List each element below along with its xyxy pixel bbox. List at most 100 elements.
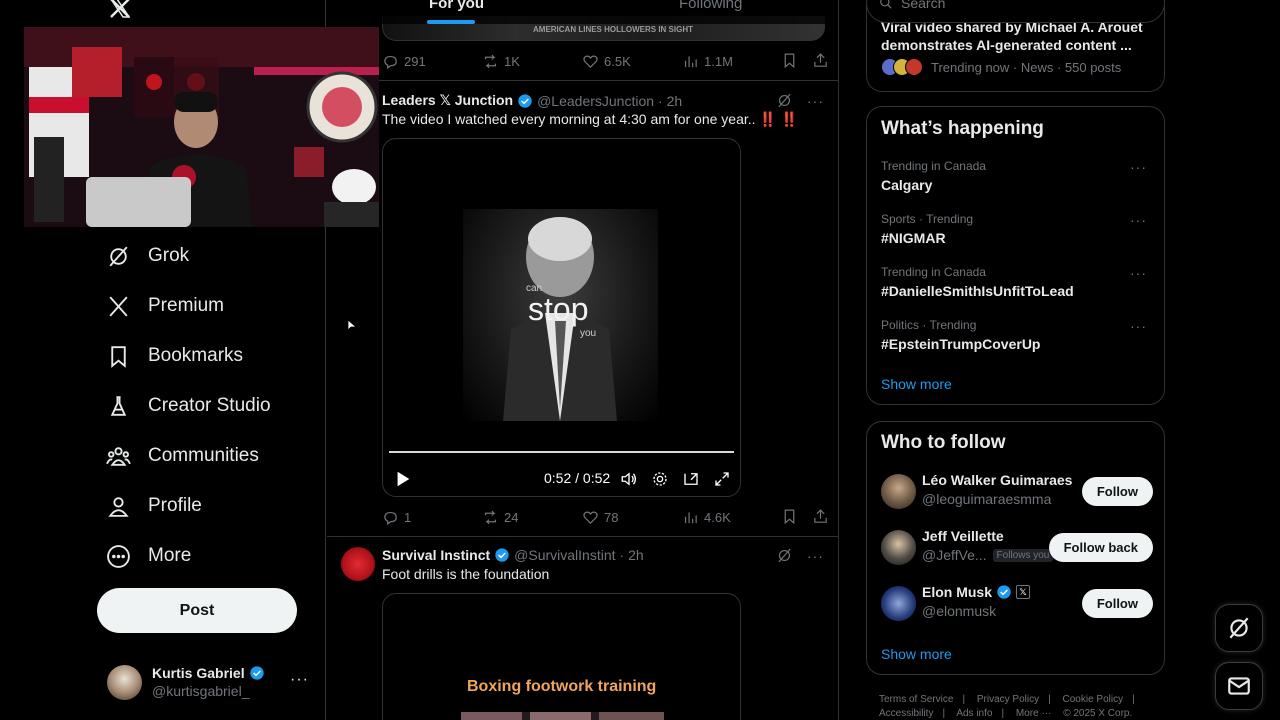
nav-item-more[interactable]: More [106,536,191,576]
footer-links: Terms of Service | Privacy Policy | Cookie… [879,694,1135,719]
tweet-time[interactable]: · 2h [620,547,644,563]
footer-link[interactable]: More ··· [1016,708,1052,719]
copyright: © 2025 X Corp. [1063,708,1133,719]
trending-news-title[interactable]: Viral video shared by Michael A. Arouet … [881,18,1156,54]
trend-item[interactable]: Trending in Canada #DanielleSmithIsUnfit… [881,265,1153,305]
main-feed: For you Following AMERICAN LINES HOLLOWE… [327,0,839,720]
nav-item-profile[interactable]: Profile [106,486,202,526]
tweet-author-name[interactable]: Leaders 𝕏 Junction [382,92,513,109]
whats-happening-card: What’s happening Trending in Canada Calg… [866,106,1165,405]
picture-in-picture-icon [684,473,698,485]
play-button[interactable] [393,470,411,488]
follow-suggestion[interactable]: Léo Walker Guimaraes @leoguimaraesmma Fo… [881,472,1153,514]
video-progress-bar[interactable] [389,451,734,453]
repost-button[interactable]: 1K [482,53,520,70]
reply-icon [384,55,397,69]
like-button[interactable]: 6.5K [582,53,631,70]
divider [327,80,838,81]
more-icon[interactable]: ··· [290,671,309,689]
feed-tabs: For you Following [327,0,838,24]
more-icon[interactable]: ··· [1130,318,1147,334]
repost-icon [484,54,497,68]
suggestion-handle: @JeffVe... [922,547,987,563]
share-icon[interactable] [812,52,829,69]
more-icon[interactable]: ··· [807,93,824,109]
nav-item-grok[interactable]: Grok [106,236,189,276]
follows-you-badge: Follows you [992,548,1054,562]
account-name: Kurtis Gabriel [152,665,245,681]
nav-item-creator-studio[interactable]: Creator Studio [106,386,271,426]
grok-icon[interactable] [776,92,793,109]
fullscreen-button[interactable] [713,470,731,488]
follow-button[interactable]: Follow [1081,477,1153,506]
nav-item-label: Profile [148,495,202,516]
more-icon[interactable]: ··· [807,548,824,564]
like-button[interactable]: 78 [582,509,618,526]
view-count: 4.6K [704,509,731,525]
post-button[interactable]: Post [97,588,297,633]
reply-button[interactable]: 291 [382,53,426,70]
tweet-author-name[interactable]: Survival Instinct [382,547,490,563]
tweet-actions: 291 1K 6.5K 1.1M [382,51,827,71]
bookmark-icon[interactable] [781,52,798,69]
account-switcher[interactable]: Kurtis Gabriel @kurtisgabriel_ ··· [107,663,315,701]
grok-floating-button[interactable] [1215,604,1263,652]
footer-link[interactable]: Ads info [956,708,992,719]
show-more-link[interactable]: Show more [881,376,952,392]
like-count: 6.5K [604,53,631,69]
nav-item-premium[interactable]: Premium [106,286,224,326]
views-button[interactable]: 4.6K [682,509,731,526]
tweet-author-handle[interactable]: @SurvivalInstint [514,547,615,563]
grok-icon [1229,617,1249,639]
footer-link[interactable]: Terms of Service [879,694,953,705]
show-more-link[interactable]: Show more [881,646,952,662]
volume-button[interactable] [620,470,638,488]
tweet-time[interactable]: · 2h [658,93,682,109]
suggestion-handle: @elonmusk [922,603,997,619]
bookmark-icon[interactable] [781,508,798,525]
search-box[interactable] [866,0,1165,23]
repost-button[interactable]: 24 [482,509,518,526]
video-time: 0:52 / 0:52 [544,470,611,486]
grok-icon[interactable] [776,547,793,564]
nav-item-bookmarks[interactable]: Bookmarks [106,336,243,376]
tab-for-you[interactable]: For you [429,0,484,12]
messages-floating-button[interactable] [1215,662,1263,710]
trend-item[interactable]: Sports · Trending #NIGMAR ··· [881,212,1153,252]
reply-count: 291 [404,53,426,69]
heart-icon [583,510,598,524]
x-logo-icon[interactable] [108,0,132,20]
footer-link[interactable]: Cookie Policy [1063,694,1124,705]
follow-back-button[interactable]: Follow back [1048,533,1153,562]
bookmark-icon [111,345,126,368]
volume-icon [621,472,637,486]
suggestion-name: Elon Musk [922,584,993,600]
suggestion-name: Léo Walker Guimaraes [922,472,1073,488]
footer-link[interactable]: Accessibility [879,708,933,719]
follow-suggestion[interactable]: Elon Musk 𝕏 @elonmusk Follow [881,584,1153,626]
trend-name: #DanielleSmithIsUnfitToLead [881,283,1074,299]
nav-item-communities[interactable]: Communities [106,436,259,476]
reply-button[interactable]: 1 [382,509,411,526]
follow-button[interactable]: Follow [1081,589,1153,618]
footer-link[interactable]: Privacy Policy [977,694,1039,705]
tab-following[interactable]: Following [679,0,742,12]
tweet-text: The video I watched every morning at 4:3… [382,111,799,127]
video-player[interactable]: can stop you 0:52 / 0:52 [382,138,741,497]
search-input[interactable] [901,0,1141,11]
share-icon[interactable] [812,508,829,525]
follow-suggestion[interactable]: Jeff Veillette @JeffVe... Follows you Fol… [881,528,1153,570]
views-chart-icon [684,56,697,67]
trend-item[interactable]: Trending in Canada Calgary ··· [881,159,1153,199]
tweet-author-handle[interactable]: @LeadersJunction [537,93,654,109]
more-icon[interactable]: ··· [1130,212,1147,228]
avatar[interactable] [341,547,375,581]
views-button[interactable]: 1.1M [682,53,733,70]
trend-item[interactable]: Politics · Trending #EpsteinTrumpCoverUp… [881,318,1153,358]
pip-button[interactable] [682,470,700,488]
video-player[interactable]: Boxing footwork training [382,593,741,720]
more-icon[interactable]: ··· [1130,265,1147,281]
settings-button[interactable] [651,470,669,488]
more-icon[interactable]: ··· [1130,159,1147,175]
media-title: Boxing footwork training [467,678,657,695]
